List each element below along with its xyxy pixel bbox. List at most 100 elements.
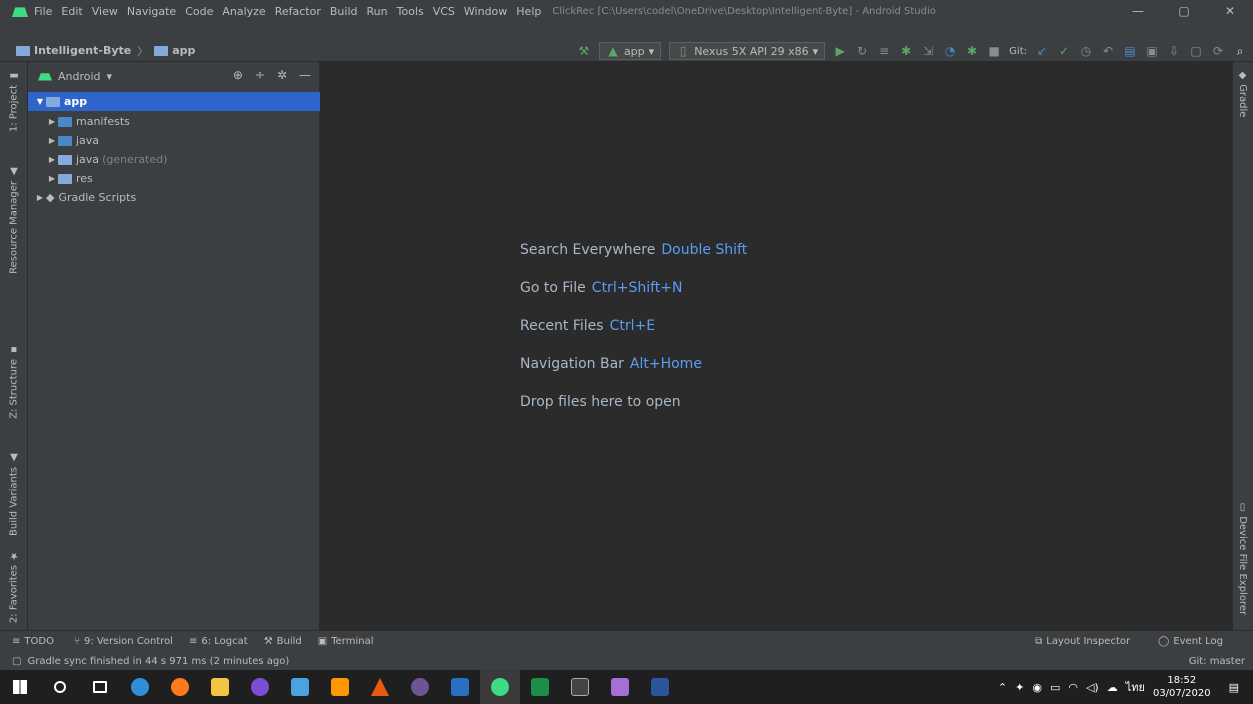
make-project-hammer-icon[interactable]: ⚒ [577,44,591,58]
close-button[interactable]: ✕ [1207,0,1253,22]
breadcrumb-module[interactable]: app [172,44,195,57]
git-commit-icon[interactable]: ✓ [1057,44,1071,58]
collapse-arrow-icon[interactable]: ▶ [34,193,46,202]
device-manager-icon[interactable]: ▢ [1189,44,1203,58]
clock[interactable]: 18:52 03/07/2020 [1153,674,1211,700]
hide-icon[interactable]: — [299,68,311,82]
taskbar-vlc[interactable] [360,670,400,704]
debug-icon[interactable]: ✱ [899,44,913,58]
taskbar-github[interactable] [400,670,440,704]
taskbar-sublime[interactable] [320,670,360,704]
git-branch[interactable]: Git: master [1189,656,1245,667]
run-icon[interactable]: ▶ [833,44,847,58]
notification-icon[interactable]: ▤ [1229,681,1239,694]
git-history-icon[interactable]: ◷ [1079,44,1093,58]
menu-edit[interactable]: Edit [61,5,82,18]
tree-item-java-generated[interactable]: ▶ java (generated) [28,150,320,169]
menu-help[interactable]: Help [516,5,541,18]
menu-run[interactable]: Run [367,5,388,18]
task-view-button[interactable] [80,670,120,704]
menu-view[interactable]: View [92,5,118,18]
menu-build[interactable]: Build [330,5,358,18]
cloud-icon[interactable]: ☁ [1107,681,1118,694]
collapse-arrow-icon[interactable]: ▶ [46,117,58,126]
sync-gradle-icon[interactable]: ⟳ [1211,44,1225,58]
tree-item-res[interactable]: ▶ res [28,169,320,188]
menu-file[interactable]: File [34,5,52,18]
tab-gradle[interactable]: ◆ Gradle [1237,70,1248,117]
menu-code[interactable]: Code [185,5,213,18]
taskbar-terminal[interactable] [560,670,600,704]
locate-icon[interactable]: ⊕ [233,68,243,82]
project-view-mode[interactable]: Android [58,70,101,83]
tab-version-control[interactable]: ⑂ 9: Version Control [74,636,173,647]
device-selector[interactable]: ▯ Nexus 5X API 29 x86 ▾ [669,42,826,60]
project-structure-icon[interactable]: ▤ [1123,44,1137,58]
menu-tools[interactable]: Tools [397,5,424,18]
chevron-up-icon[interactable]: ⌃ [998,681,1007,694]
menu-navigate[interactable]: Navigate [127,5,176,18]
volume-icon[interactable]: ◁) [1086,681,1099,694]
tree-item-gradle-scripts[interactable]: ▶ ◆ Gradle Scripts [28,188,320,207]
menu-refactor[interactable]: Refactor [275,5,321,18]
taskbar-android-studio[interactable] [480,670,520,704]
tab-build-variants[interactable]: Build Variants ▲ [4,452,24,536]
taskbar-explorer[interactable] [200,670,240,704]
collapse-arrow-icon[interactable]: ▶ [46,174,58,183]
tab-favorites[interactable]: 2: Favorites ★ [4,550,24,623]
wifi-icon[interactable]: ◠ [1068,681,1078,694]
attach-debugger-icon[interactable]: ⇲ [921,44,935,58]
tab-resource-manager[interactable]: Resource Manager ▲ [4,166,24,274]
status-message[interactable]: Gradle sync finished in 44 s 971 ms (2 m… [27,656,289,667]
taskbar-search-button[interactable] [40,670,80,704]
gear-icon[interactable]: ✲ [277,68,287,82]
tab-logcat[interactable]: ≡ 6: Logcat [189,636,248,647]
battery-icon[interactable]: ▭ [1050,681,1060,694]
minimize-button[interactable]: — [1115,0,1161,22]
taskbar-app-3[interactable] [440,670,480,704]
tab-project[interactable]: 1: Project ▬ [4,70,24,132]
tree-item-manifests[interactable]: ▶ manifests [28,112,320,131]
tab-structure[interactable]: Z: Structure ▪ [4,344,24,419]
tab-build[interactable]: ⚒ Build [264,636,302,647]
collapse-all-icon[interactable]: ÷ [255,68,265,82]
apply-changes-icon[interactable]: ↻ [855,44,869,58]
collapse-arrow-icon[interactable]: ▶ [46,155,58,164]
tab-todo[interactable]: ≡ TODO [12,636,54,647]
menu-vcs[interactable]: VCS [433,5,455,18]
collapse-arrow-icon[interactable]: ▶ [46,136,58,145]
run-coverage-icon[interactable]: ✱ [965,44,979,58]
search-icon[interactable]: ⌕ [1233,44,1247,58]
language-indicator[interactable]: ไทย [1126,678,1145,696]
taskbar-edge[interactable] [120,670,160,704]
taskbar-word[interactable] [640,670,680,704]
taskbar-app-2[interactable] [280,670,320,704]
taskbar-app-4[interactable] [520,670,560,704]
profile-icon[interactable]: ◔ [943,44,957,58]
start-button[interactable] [0,670,40,704]
tree-item-app[interactable]: ▼ app [28,92,320,111]
breadcrumb-project[interactable]: Intelligent-Byte [34,44,131,57]
tab-event-log[interactable]: ◯ Event Log [1158,636,1223,647]
dropbox-icon[interactable]: ✦ [1015,681,1024,694]
git-rollback-icon[interactable]: ↶ [1101,44,1115,58]
git-update-icon[interactable]: ↙ [1035,44,1049,58]
chevron-down-icon[interactable]: ▾ [107,70,113,83]
tree-item-java[interactable]: ▶ java [28,131,320,150]
tab-device-file-explorer[interactable]: ▯ Device File Explorer [1237,502,1248,615]
avd-manager-icon[interactable]: ▣ [1145,44,1159,58]
menu-analyze[interactable]: Analyze [222,5,265,18]
run-config-selector[interactable]: ▲ app ▾ [598,42,662,60]
maximize-button[interactable]: ▢ [1161,0,1207,22]
tab-layout-inspector[interactable]: ⧉ Layout Inspector [1035,636,1130,647]
tab-terminal[interactable]: ▣ Terminal [318,636,374,647]
taskbar-firefox[interactable] [160,670,200,704]
network-app-icon[interactable]: ◉ [1032,681,1042,694]
status-toggle-icon[interactable]: ▢ [12,656,21,667]
apply-code-changes-icon[interactable]: ≡ [877,44,891,58]
menu-window[interactable]: Window [464,5,507,18]
stop-icon[interactable]: ■ [987,44,1001,58]
sdk-manager-icon[interactable]: ⇩ [1167,44,1181,58]
taskbar-vscode[interactable] [600,670,640,704]
taskbar-app-1[interactable] [240,670,280,704]
